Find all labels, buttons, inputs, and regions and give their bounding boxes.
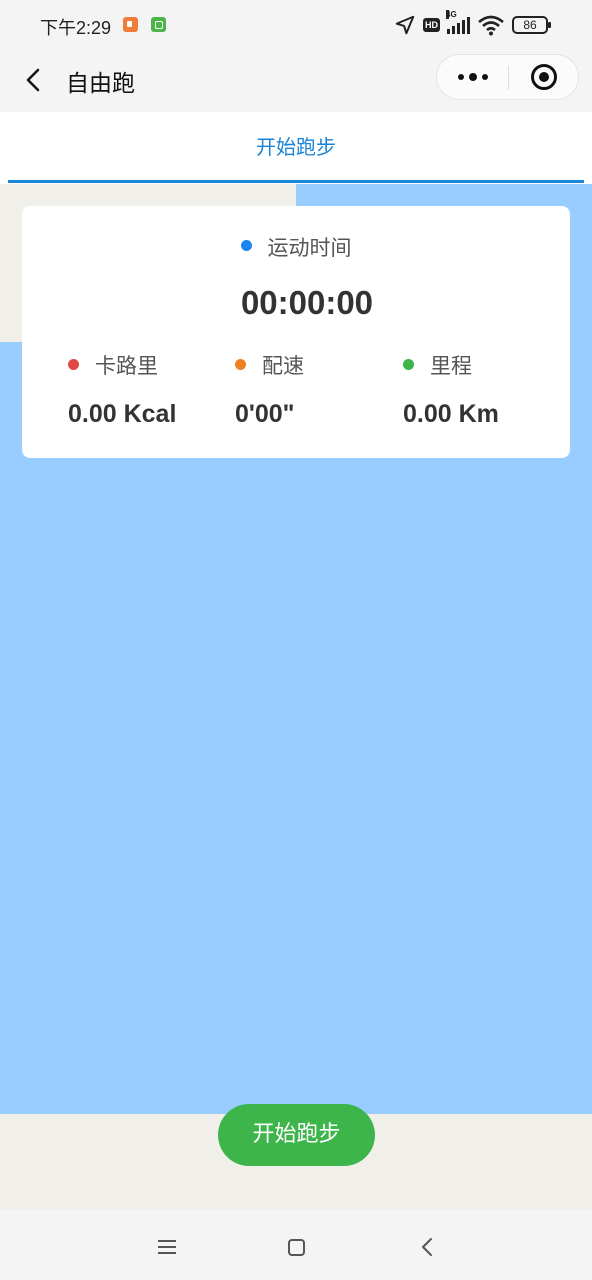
- back-button[interactable]: [20, 62, 48, 98]
- calories-dot: [68, 358, 79, 370]
- home-button[interactable]: [279, 1230, 313, 1264]
- time-value: 00:00:00: [240, 284, 374, 321]
- system-back-button[interactable]: [410, 1230, 444, 1264]
- status-bar: 下午2:29 HD 4G 86: [0, 0, 592, 52]
- close-mini-program-button[interactable]: [509, 55, 579, 99]
- calories-metric: 卡路里 0.00 Kcal: [68, 350, 238, 429]
- time-label: 运动时间: [267, 236, 352, 260]
- status-time: 下午2:29: [40, 18, 112, 38]
- pace-label: 配速: [262, 354, 304, 378]
- battery-icon: 86: [512, 16, 551, 34]
- more-button[interactable]: [437, 55, 508, 99]
- stats-card: 运动时间 00:00:00 卡路里 0.00 Kcal 配速 0'00" 里程 …: [22, 206, 570, 458]
- tab-start-running[interactable]: 开始跑步: [8, 112, 584, 182]
- network-type: 4G: [446, 10, 457, 19]
- back-chevron-icon: [422, 1238, 432, 1256]
- menu-button[interactable]: [150, 1230, 184, 1264]
- distance-metric: 里程 0.00 Km: [403, 350, 573, 429]
- nav-bar: 自由跑: [0, 52, 592, 112]
- calories-label: 卡路里: [95, 354, 158, 378]
- home-square-icon: [287, 1238, 305, 1256]
- status-icons: HD 4G 86: [394, 10, 551, 36]
- mini-program-capsule: [436, 54, 579, 100]
- distance-value: 0.00 Km: [403, 400, 499, 428]
- menu-icon: [158, 1240, 176, 1242]
- hd-badge: HD: [423, 18, 440, 32]
- pace-dot: [235, 358, 246, 370]
- page-title: 自由跑: [66, 71, 135, 97]
- tab-bar: 开始跑步: [0, 112, 592, 184]
- pace-value: 0'00": [235, 400, 295, 428]
- location-arrow-icon: [395, 15, 415, 35]
- distance-dot: [403, 358, 414, 370]
- more-dots-icon: [457, 74, 464, 80]
- back-arrow-icon: [26, 68, 40, 92]
- calories-value: 0.00 Kcal: [68, 400, 177, 428]
- time-label-row: 运动时间: [22, 232, 570, 262]
- start-running-button[interactable]: 开始跑步: [218, 1104, 375, 1166]
- system-nav-bar: [0, 1210, 592, 1280]
- wifi-icon: [478, 15, 504, 36]
- android-icon: [151, 17, 166, 32]
- distance-label: 里程: [430, 354, 472, 378]
- screen-record-icon: [123, 17, 138, 32]
- time-dot: [240, 239, 252, 251]
- pace-metric: 配速 0'00": [235, 350, 405, 429]
- tab-underline: [8, 180, 584, 183]
- signal-icon: 4G: [446, 10, 470, 34]
- target-close-icon: [531, 64, 557, 90]
